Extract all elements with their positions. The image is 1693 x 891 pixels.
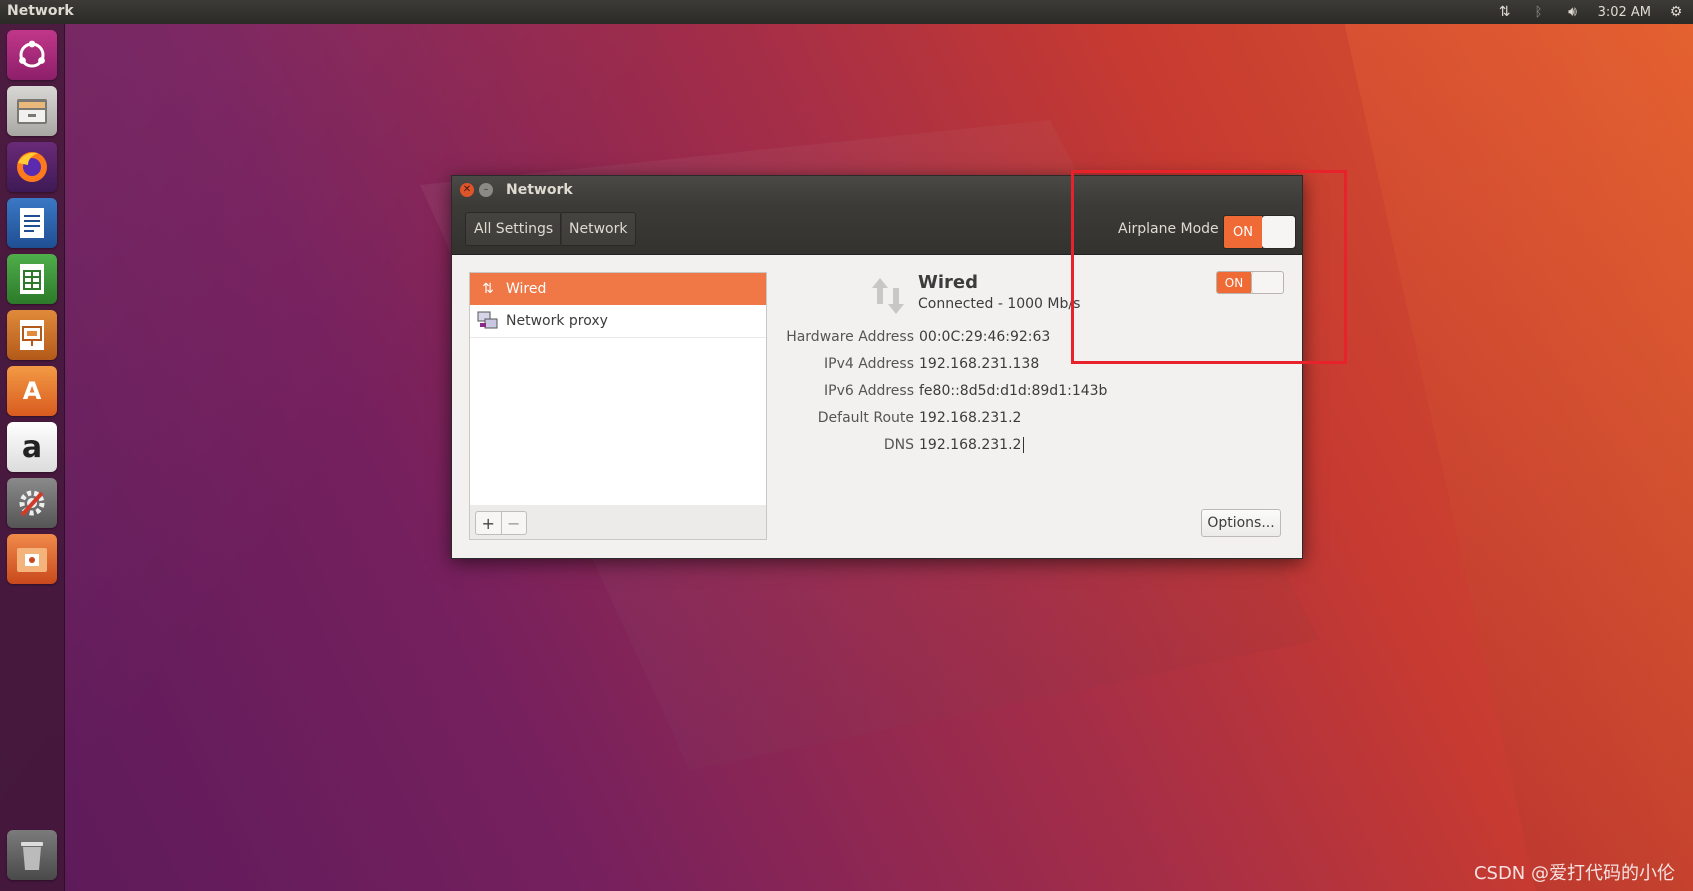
ipv6-address-value: fe80::8d5d:d1d:89d1:143b: [919, 383, 1108, 399]
all-settings-button[interactable]: All Settings: [465, 212, 563, 246]
launcher: A a: [0, 24, 65, 891]
network-wired-icon: ⇅: [482, 281, 494, 297]
text-cursor: [1023, 437, 1025, 453]
default-route-label: Default Route: [817, 410, 914, 426]
device-list: ⇅ Wired Network proxy: [469, 272, 767, 506]
list-item-label: Network proxy: [506, 313, 608, 329]
ipv4-address-label: IPv4 Address: [824, 356, 914, 372]
libreoffice-writer-icon[interactable]: [7, 198, 57, 248]
add-connection-button[interactable]: +: [476, 512, 501, 534]
bluetooth-icon[interactable]: ᛒ: [1530, 3, 1548, 21]
system-settings-icon[interactable]: [7, 478, 57, 528]
dns-value-row: 192.168.231.2: [919, 437, 1025, 453]
close-icon[interactable]: ✕: [460, 183, 474, 197]
options-button[interactable]: Options...: [1201, 509, 1281, 537]
list-item-wired[interactable]: ⇅ Wired: [470, 273, 766, 305]
device-title: Wired: [918, 272, 978, 293]
ipv4-address-value: 192.168.231.138: [919, 356, 1040, 372]
ubuntu-logo-icon[interactable]: [7, 30, 57, 80]
watermark: CSDN @爱打代码的小伦: [1473, 863, 1675, 884]
network-wired-large-icon: [872, 278, 904, 314]
files-icon[interactable]: [7, 86, 57, 136]
list-item-network-proxy[interactable]: Network proxy: [470, 305, 766, 338]
top-panel-app-name: Network: [7, 3, 74, 19]
firefox-icon[interactable]: [7, 142, 57, 192]
amazon-icon[interactable]: a: [7, 422, 57, 472]
window-title: Network: [506, 182, 573, 198]
trash-icon[interactable]: [7, 830, 57, 880]
list-item-label: Wired: [506, 281, 547, 297]
breadcrumb-network[interactable]: Network: [560, 212, 637, 246]
gear-icon[interactable]: ⚙: [1667, 3, 1685, 21]
top-panel: Network ⇅ ᛒ 🔊︎ 3:02 AM ⚙: [0, 0, 1693, 24]
dns-value: 192.168.231.2: [919, 437, 1022, 453]
minimize-icon[interactable]: –: [479, 183, 493, 197]
list-toolbar: + −: [469, 505, 767, 540]
default-route-value: 192.168.231.2: [919, 410, 1022, 426]
connection-status: Connected - 1000 Mb/s: [918, 296, 1081, 312]
hardware-address-value: 00:0C:29:46:92:63: [919, 329, 1051, 345]
remove-connection-button[interactable]: −: [500, 512, 527, 534]
network-proxy-icon: [477, 310, 499, 332]
clock[interactable]: 3:02 AM: [1598, 5, 1651, 20]
ubuntu-software-icon[interactable]: A: [7, 366, 57, 416]
hardware-address-label: Hardware Address: [786, 329, 914, 345]
libreoffice-impress-icon[interactable]: [7, 310, 57, 360]
highlight-box: [1071, 170, 1347, 364]
volume-icon[interactable]: 🔊︎: [1564, 3, 1582, 21]
libreoffice-calc-icon[interactable]: [7, 254, 57, 304]
dns-label: DNS: [883, 437, 914, 453]
ipv6-address-label: IPv6 Address: [824, 383, 914, 399]
network-updown-icon[interactable]: ⇅: [1496, 3, 1514, 21]
software-updater-icon[interactable]: [7, 534, 57, 584]
